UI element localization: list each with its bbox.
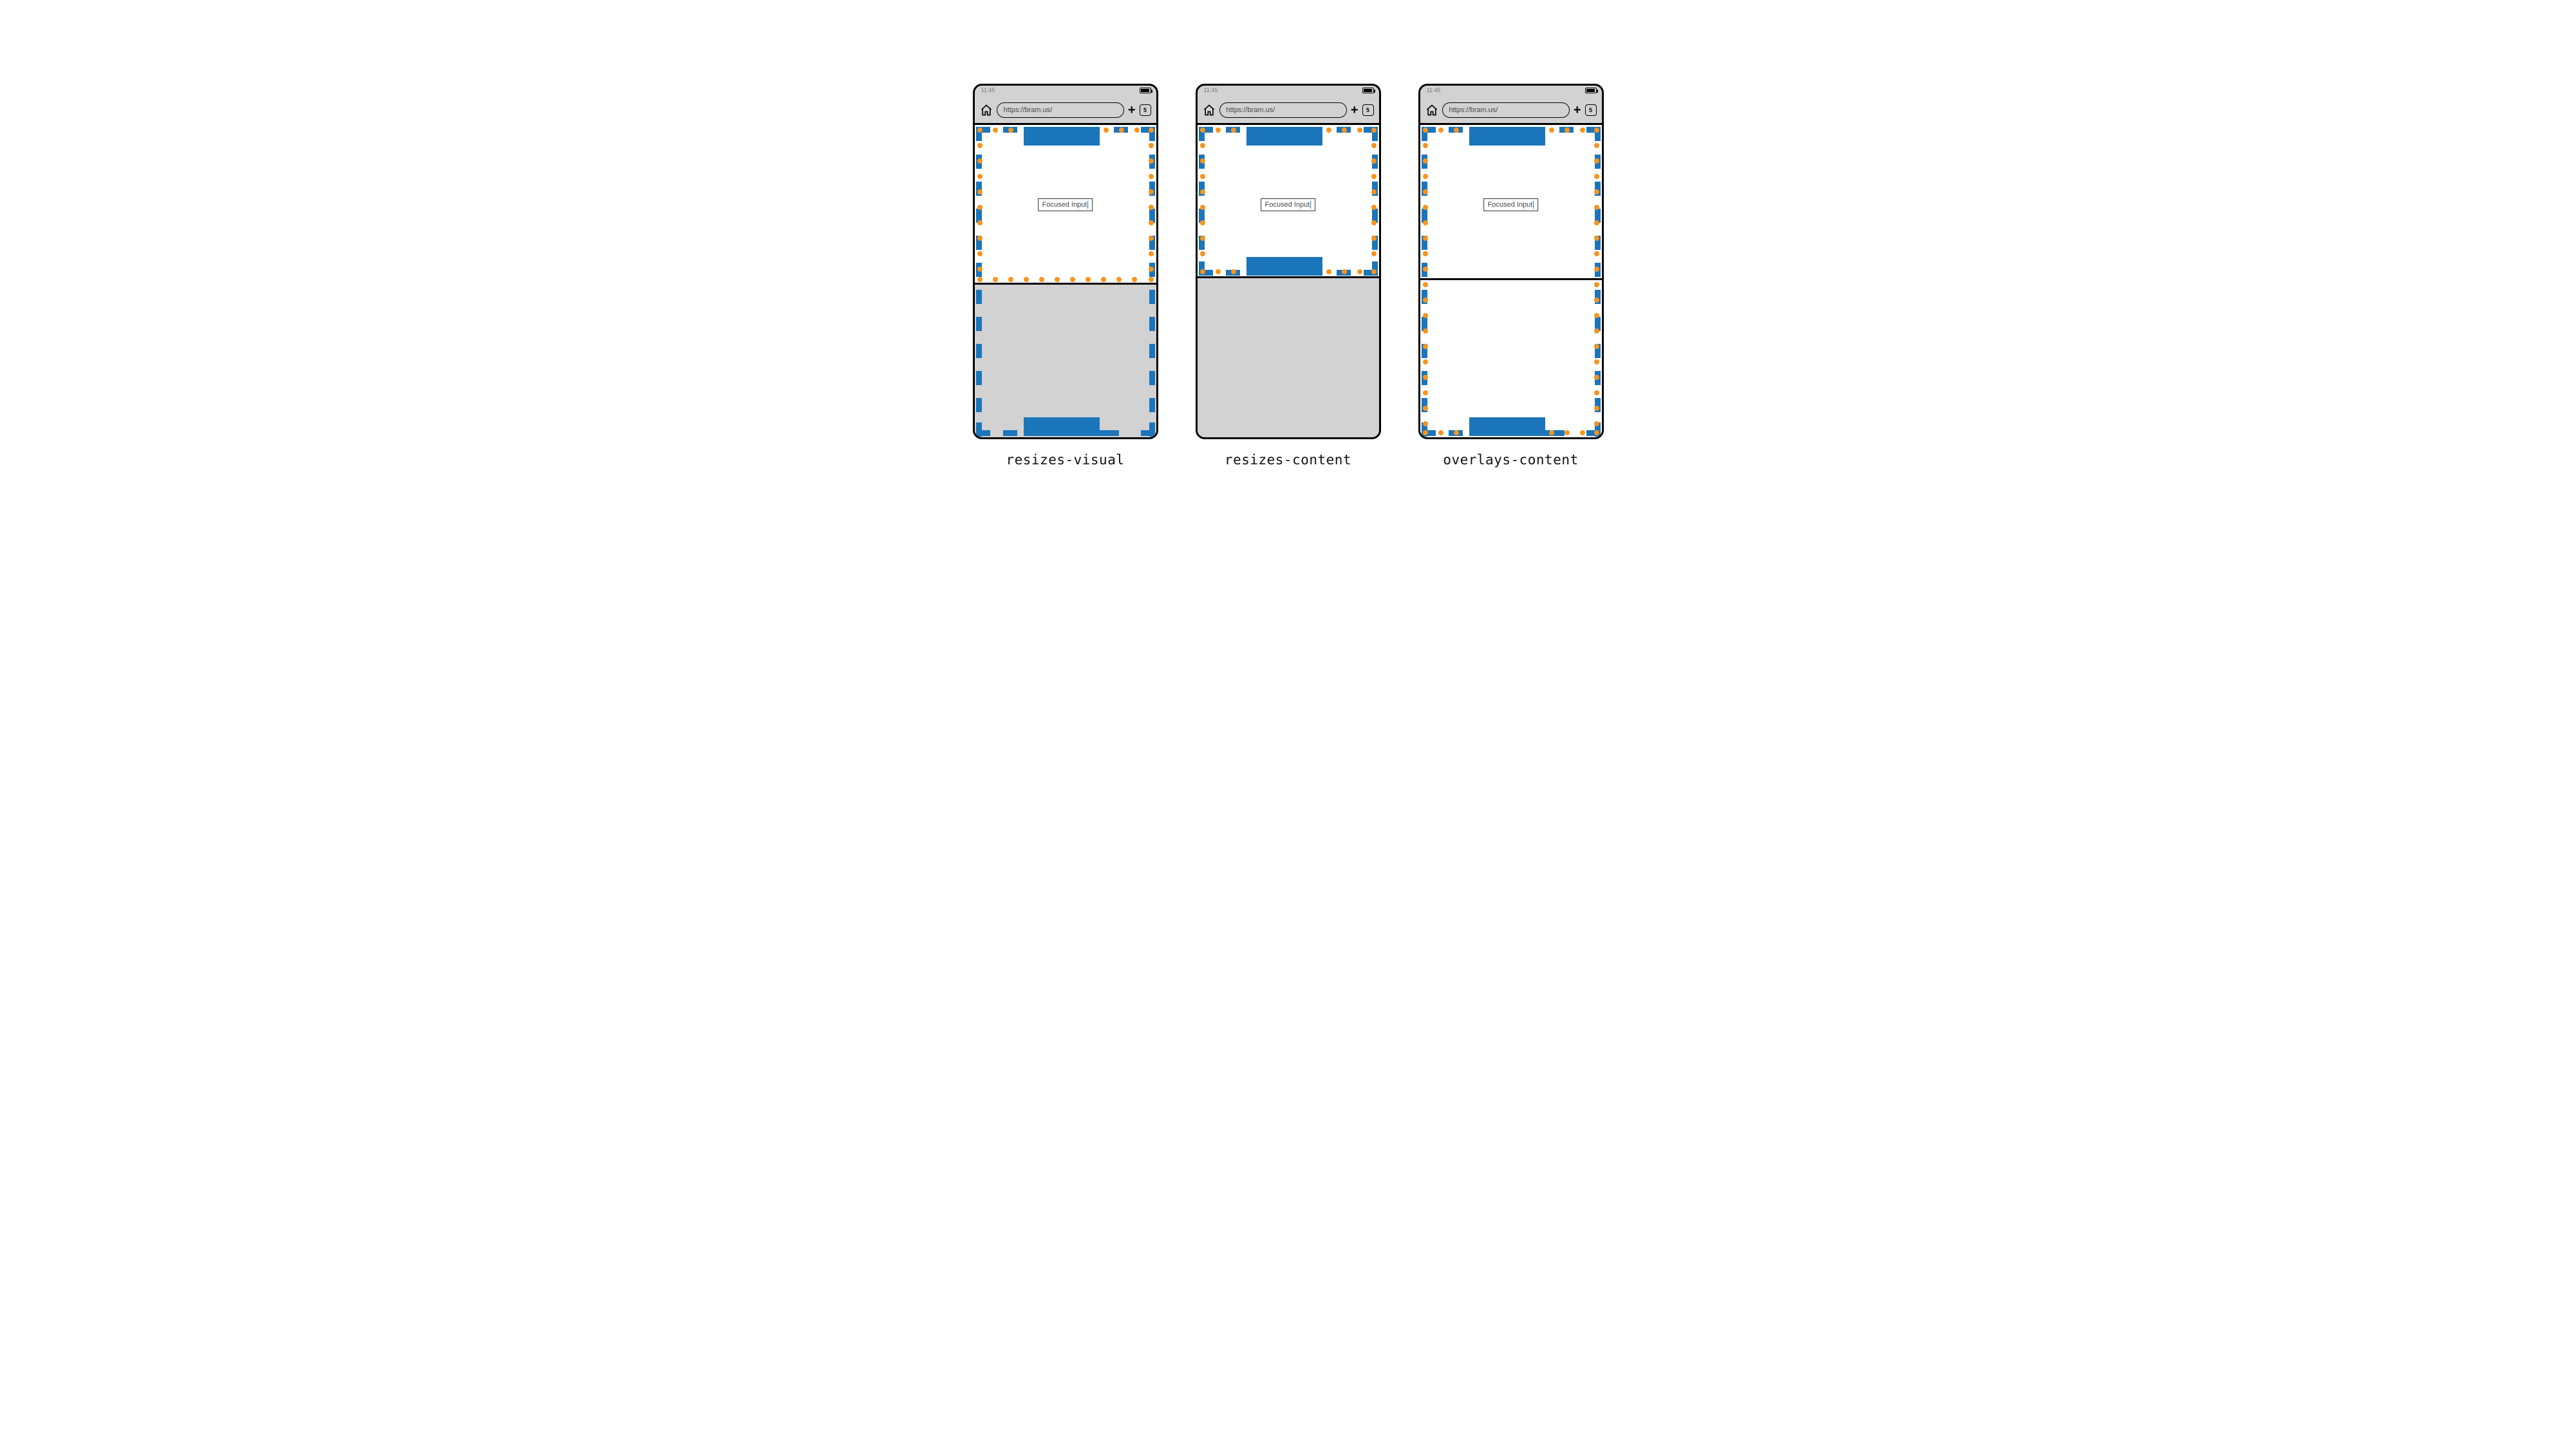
tab-count[interactable]: 5 (1140, 104, 1151, 116)
home-icon[interactable] (1203, 104, 1216, 117)
browser-toolbar: https://bram.us/ + 5 (1420, 97, 1602, 123)
home-icon[interactable] (1425, 104, 1438, 117)
input-value: Focused Input (1265, 201, 1310, 209)
tab-count[interactable]: 5 (1362, 104, 1374, 116)
layout-viewport: Focused Input (1420, 125, 1602, 438)
text-cursor-icon (1533, 201, 1534, 209)
url-text: https://bram.us/ (1004, 106, 1053, 114)
browser-toolbar: https://bram.us/ + 5 (1198, 97, 1379, 123)
phone-mockup: 11:45 https://bram.us/ + 5 (1196, 84, 1381, 439)
status-bar: 11:45 (1420, 86, 1602, 97)
battery-icon (1140, 88, 1151, 93)
column-overlays-content: 11:45 https://bram.us/ + 5 (1418, 84, 1604, 468)
layout-viewport: Focused Input (1198, 125, 1379, 278)
keyboard-overlay-line (1420, 278, 1602, 280)
tab-count[interactable]: 5 (1585, 104, 1597, 116)
status-bar: 11:45 (1198, 86, 1379, 97)
url-text: https://bram.us/ (1227, 106, 1275, 114)
status-time: 11:45 (1204, 87, 1218, 93)
status-bar: 11:45 (975, 86, 1156, 97)
url-bar[interactable]: https://bram.us/ (997, 102, 1124, 118)
home-icon[interactable] (980, 104, 993, 117)
status-time: 11:45 (981, 87, 995, 93)
url-text: https://bram.us/ (1449, 106, 1498, 114)
phone-row: 11:45 https://bram.us/ + 5 (805, 84, 1771, 468)
battery-icon (1362, 88, 1374, 93)
column-resizes-visual: 11:45 https://bram.us/ + 5 (973, 84, 1158, 468)
screen-area: Focused Input (975, 123, 1156, 437)
plus-icon[interactable]: + (1574, 104, 1581, 117)
text-cursor-icon (1087, 201, 1088, 209)
battery-icon (1585, 88, 1597, 93)
screen-area: Focused Input (1198, 123, 1379, 437)
caption: resizes-content (1225, 452, 1351, 468)
focused-input[interactable]: Focused Input (1261, 198, 1316, 211)
phone-mockup: 11:45 https://bram.us/ + 5 (973, 84, 1158, 439)
input-value: Focused Input (1042, 201, 1087, 209)
status-time: 11:45 (1427, 87, 1441, 93)
url-bar[interactable]: https://bram.us/ (1442, 102, 1570, 118)
focused-input[interactable]: Focused Input (1483, 198, 1539, 211)
screen-area: Focused Input (1420, 123, 1602, 437)
focused-input[interactable]: Focused Input (1038, 198, 1093, 211)
plus-icon[interactable]: + (1128, 104, 1136, 117)
column-resizes-content: 11:45 https://bram.us/ + 5 (1196, 84, 1381, 468)
text-cursor-icon (1310, 201, 1311, 209)
phone-mockup: 11:45 https://bram.us/ + 5 (1418, 84, 1604, 439)
plus-icon[interactable]: + (1351, 104, 1359, 117)
input-value: Focused Input (1488, 201, 1533, 209)
browser-toolbar: https://bram.us/ + 5 (975, 97, 1156, 123)
diagram-stage: 11:45 https://bram.us/ + 5 (805, 0, 1771, 543)
url-bar[interactable]: https://bram.us/ (1219, 102, 1347, 118)
visual-viewport: Focused Input (975, 125, 1156, 285)
caption: resizes-visual (1006, 452, 1124, 468)
caption: overlays-content (1443, 452, 1578, 468)
